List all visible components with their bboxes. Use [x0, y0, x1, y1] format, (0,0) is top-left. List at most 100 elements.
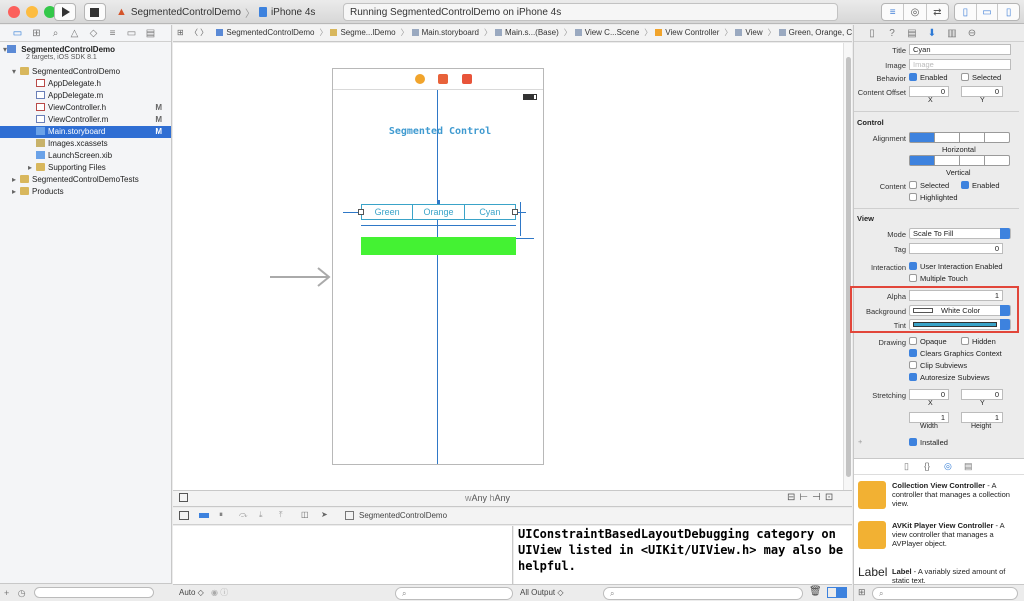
file-inspector-icon[interactable]: ▯: [862, 28, 882, 39]
library-item-label[interactable]: Label Label - A variably sized amount of…: [858, 565, 1018, 585]
offset-y-field[interactable]: 0: [961, 86, 1003, 97]
close-window-button[interactable]: [8, 6, 20, 18]
file-template-icon[interactable]: ▯: [904, 461, 909, 472]
file-tree-item[interactable]: AppDelegate.h: [0, 78, 171, 90]
resolve-icon[interactable]: ⊣: [812, 492, 825, 503]
breakpoints-icon[interactable]: [199, 513, 209, 518]
breadcrumb-item[interactable]: Green, Orange, Cyan: [789, 28, 852, 37]
mode-popup[interactable]: Scale To Fill: [909, 228, 1011, 239]
project-root[interactable]: ▾ SegmentedControlDemo 2 targets, iOS SD…: [0, 44, 171, 64]
breadcrumb-item[interactable]: SegmentedControlDemo: [226, 28, 314, 37]
enabled-checkbox[interactable]: Enabled: [909, 73, 948, 82]
console-filter-field[interactable]: ⌕: [603, 587, 803, 600]
utilities-toggle-icon[interactable]: ▯: [998, 4, 1019, 20]
grid-view-icon[interactable]: ⊞: [858, 587, 866, 598]
step-out-icon[interactable]: ⤒: [279, 510, 283, 520]
resize-handle[interactable]: [358, 209, 364, 215]
identity-icon[interactable]: ▤: [902, 28, 922, 39]
tag-field[interactable]: 0: [909, 243, 1003, 254]
file-tree-item[interactable]: ViewController.h M: [0, 102, 171, 114]
file-tree-item[interactable]: AppDelegate.m: [0, 90, 171, 102]
segment-green[interactable]: Green: [362, 205, 414, 219]
exit-icon[interactable]: [462, 74, 472, 84]
selected-checkbox[interactable]: Selected: [961, 73, 1001, 82]
outline-toggle-icon[interactable]: [179, 493, 188, 502]
autoresize-checkbox[interactable]: Autoresize Subviews: [909, 373, 990, 382]
stretch-y-field[interactable]: 0: [961, 389, 1003, 400]
green-view[interactable]: [361, 237, 516, 255]
warning-icon[interactable]: △: [65, 28, 84, 39]
file-tree-item[interactable]: ▸ SegmentedControlDemoTests: [0, 174, 171, 186]
segment-cyan[interactable]: Cyan: [465, 205, 515, 219]
horizontal-alignment-control[interactable]: [909, 132, 1010, 143]
opaque-checkbox[interactable]: Opaque: [909, 337, 947, 346]
related-items-icon[interactable]: ⊞: [177, 28, 184, 37]
align-icon[interactable]: ⊟: [787, 492, 799, 503]
variables-scope-select[interactable]: Auto ◇: [179, 588, 204, 597]
help-icon[interactable]: ?: [882, 28, 902, 39]
history-icon[interactable]: ◷: [18, 588, 26, 598]
stretch-height-field[interactable]: 1: [961, 412, 1003, 423]
image-field[interactable]: Image: [909, 59, 1011, 70]
debug-icon[interactable]: ≡: [103, 28, 122, 39]
breadcrumb-item[interactable]: View: [745, 28, 762, 37]
variables-filter-field[interactable]: ⌕: [395, 587, 513, 600]
editor-mode-control[interactable]: ≡ ◎ ⇄: [881, 3, 949, 21]
resizing-icon[interactable]: ⊡: [825, 492, 837, 503]
attributes-icon[interactable]: ⬇: [922, 28, 942, 39]
console-output[interactable]: UIConstraintBasedLayoutDebugging categor…: [514, 526, 852, 584]
step-over-icon[interactable]: ⤼: [239, 510, 248, 520]
split-right-icon[interactable]: [837, 587, 847, 598]
standard-editor-icon[interactable]: ≡: [882, 4, 905, 20]
user-interaction-checkbox[interactable]: User Interaction Enabled: [909, 262, 1003, 271]
segment-orange[interactable]: Orange: [413, 205, 465, 219]
content-selected-checkbox[interactable]: Selected: [909, 181, 949, 190]
object-library-icon[interactable]: ◎: [944, 461, 952, 472]
library-item-collection-vc[interactable]: Collection View Controller - A controlle…: [858, 479, 1018, 519]
scene-title-label[interactable]: Segmented Control: [355, 126, 525, 137]
library-filter-field[interactable]: ⌕: [872, 587, 1018, 600]
connections-icon[interactable]: ⊖: [962, 28, 982, 39]
disclosure-icon[interactable]: ▸: [12, 186, 20, 198]
split-left-icon[interactable]: [827, 587, 837, 598]
file-tree-item[interactable]: Main.storyboard M: [0, 126, 171, 138]
content-highlighted-checkbox[interactable]: Highlighted: [909, 193, 958, 202]
library-item-avkit-player[interactable]: AVKit Player View Controller - A view co…: [858, 519, 1018, 559]
back-button[interactable]: 〈: [190, 28, 198, 37]
first-responder-icon[interactable]: [438, 74, 448, 84]
canvas-scrollbar[interactable]: [843, 43, 852, 490]
breadcrumb-item[interactable]: View C...Scene: [585, 28, 640, 37]
stop-button[interactable]: [84, 3, 106, 21]
stretch-x-field[interactable]: 0: [909, 389, 949, 400]
filter-field[interactable]: [34, 587, 155, 598]
file-tree-item[interactable]: ▸ Products: [0, 186, 171, 198]
stretch-width-field[interactable]: 1: [909, 412, 949, 423]
test-icon[interactable]: ◇: [84, 28, 103, 39]
code-snippet-icon[interactable]: {}: [924, 461, 930, 471]
eye-icon[interactable]: ◉ ⓘ: [211, 587, 228, 598]
output-select[interactable]: All Output ◇: [520, 588, 564, 597]
view-controller-icon[interactable]: [415, 74, 425, 84]
clears-graphics-checkbox[interactable]: Clears Graphics Context: [909, 349, 1002, 358]
add-icon[interactable]: +: [4, 588, 9, 598]
file-tree-item[interactable]: ViewController.m M: [0, 114, 171, 126]
hide-debug-icon[interactable]: [179, 511, 189, 520]
file-tree-item[interactable]: ▾ SegmentedControlDemo: [0, 66, 171, 78]
disclosure-icon[interactable]: ▸: [28, 162, 36, 174]
pause-icon[interactable]: ⏸: [219, 510, 223, 520]
add-variation-icon[interactable]: +: [858, 437, 862, 446]
minimize-window-button[interactable]: [26, 6, 38, 18]
view-debug-icon[interactable]: ◫: [301, 510, 309, 519]
location-icon[interactable]: ➤: [321, 510, 328, 519]
disclosure-icon[interactable]: ▾: [12, 66, 20, 78]
assistant-editor-icon[interactable]: ◎: [904, 4, 927, 20]
pin-icon[interactable]: ⊢: [799, 492, 812, 503]
size-icon[interactable]: ▥: [942, 28, 962, 39]
content-enabled-checkbox[interactable]: Enabled: [961, 181, 1000, 190]
version-editor-icon[interactable]: ⇄: [927, 4, 948, 20]
autolayout-tools[interactable]: ⊟⊢⊣⊡: [787, 492, 837, 503]
clip-subviews-checkbox[interactable]: Clip Subviews: [909, 361, 967, 370]
search-icon[interactable]: ⌕: [46, 28, 65, 39]
folder-icon[interactable]: ▭: [8, 28, 27, 39]
navigator-toggle-icon[interactable]: ▯: [955, 4, 977, 20]
